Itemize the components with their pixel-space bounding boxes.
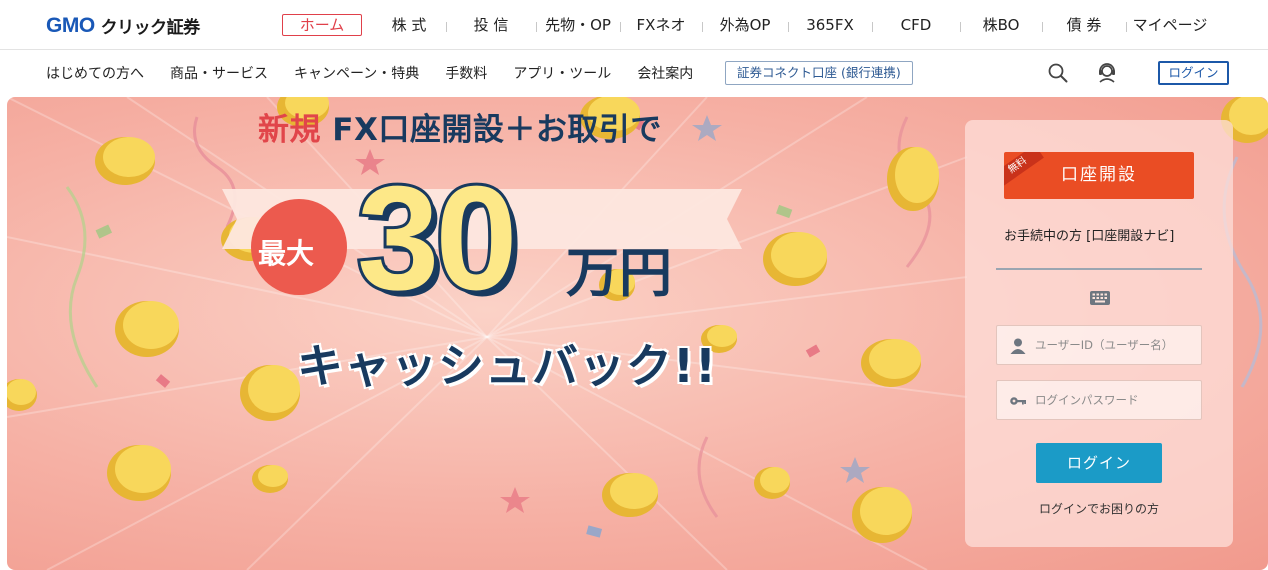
- subnav-products[interactable]: 商品・サービス: [170, 63, 268, 83]
- nav-stocks[interactable]: 株 式: [372, 14, 447, 36]
- subnav-beginners[interactable]: はじめての方へ: [46, 63, 144, 83]
- nav-futures-op[interactable]: 先物・OP: [536, 14, 621, 36]
- headline-new-label: 新規: [258, 112, 321, 148]
- nav-stock-bo[interactable]: 株BO: [960, 14, 1043, 36]
- sub-nav: はじめての方へ 商品・サービス キャンペーン・特典 手数料 アプリ・ツール 会社…: [46, 50, 693, 96]
- nav-cfd[interactable]: CFD: [872, 14, 961, 36]
- logo-gmo-text: GMO: [46, 13, 95, 37]
- logo-brand-text: クリック証券: [100, 18, 201, 38]
- panel-divider: [996, 268, 1202, 270]
- password-field: [996, 380, 1202, 420]
- nav-home[interactable]: ホーム: [282, 14, 362, 36]
- main-nav: ホーム 株 式 投 信 先物・OP FXネオ 外為OP 365FX CFD 株B…: [282, 0, 1214, 50]
- subnav-apps-tools[interactable]: アプリ・ツール: [513, 63, 611, 83]
- support-icon[interactable]: [1096, 62, 1118, 84]
- login-trouble-link[interactable]: ログインでお困りの方: [1039, 500, 1159, 517]
- sub-navigation-bar: はじめての方へ 商品・サービス キャンペーン・特典 手数料 アプリ・ツール 会社…: [0, 50, 1268, 96]
- user-id-input[interactable]: [1035, 326, 1195, 364]
- subnav-campaigns[interactable]: キャンペーン・特典: [294, 63, 419, 83]
- free-tag: 無料: [1004, 152, 1044, 188]
- nav-fx-neo[interactable]: FXネオ: [620, 14, 703, 36]
- nav-mypage[interactable]: マイページ: [1126, 14, 1214, 36]
- nav-365fx[interactable]: 365FX: [788, 14, 873, 36]
- gmo-click-logo[interactable]: GMO クリック証券: [46, 13, 201, 39]
- key-icon: [1009, 392, 1027, 410]
- account-opening-navi-link[interactable]: お手続中の方 [口座開設ナビ]: [1004, 225, 1174, 244]
- cashback-text: キャッシュバック!!: [297, 339, 717, 393]
- campaign-headline: 新規 FX口座開設＋お取引で: [258, 104, 662, 149]
- headline-text: FX口座開設＋お取引で: [321, 112, 662, 148]
- keyboard-icon[interactable]: [1089, 290, 1111, 306]
- nav-forex-op[interactable]: 外為OP: [702, 14, 789, 36]
- open-account-button[interactable]: 無料 口座開設: [1004, 152, 1194, 199]
- subnav-company[interactable]: 会社案内: [637, 63, 693, 83]
- user-icon: [1009, 337, 1027, 355]
- subnav-fees[interactable]: 手数料: [445, 63, 487, 83]
- user-id-field: [996, 325, 1202, 365]
- top-navigation-bar: GMO クリック証券 ホーム 株 式 投 信 先物・OP FXネオ 外為OP 3…: [0, 0, 1268, 50]
- max-label: 最大: [258, 237, 315, 270]
- search-icon[interactable]: [1047, 62, 1069, 84]
- cashback-unit: 万円: [566, 243, 672, 304]
- securities-connect-button[interactable]: 証券コネクト口座 (銀行連携): [725, 61, 913, 85]
- header-login-button[interactable]: ログイン: [1158, 61, 1229, 85]
- cashback-amount: 30: [354, 156, 521, 321]
- login-button[interactable]: ログイン: [1036, 443, 1162, 483]
- nav-funds[interactable]: 投 信: [446, 14, 537, 36]
- open-account-label: 口座開設: [1061, 165, 1137, 185]
- password-input[interactable]: [1035, 381, 1195, 419]
- nav-bonds[interactable]: 債 券: [1042, 14, 1127, 36]
